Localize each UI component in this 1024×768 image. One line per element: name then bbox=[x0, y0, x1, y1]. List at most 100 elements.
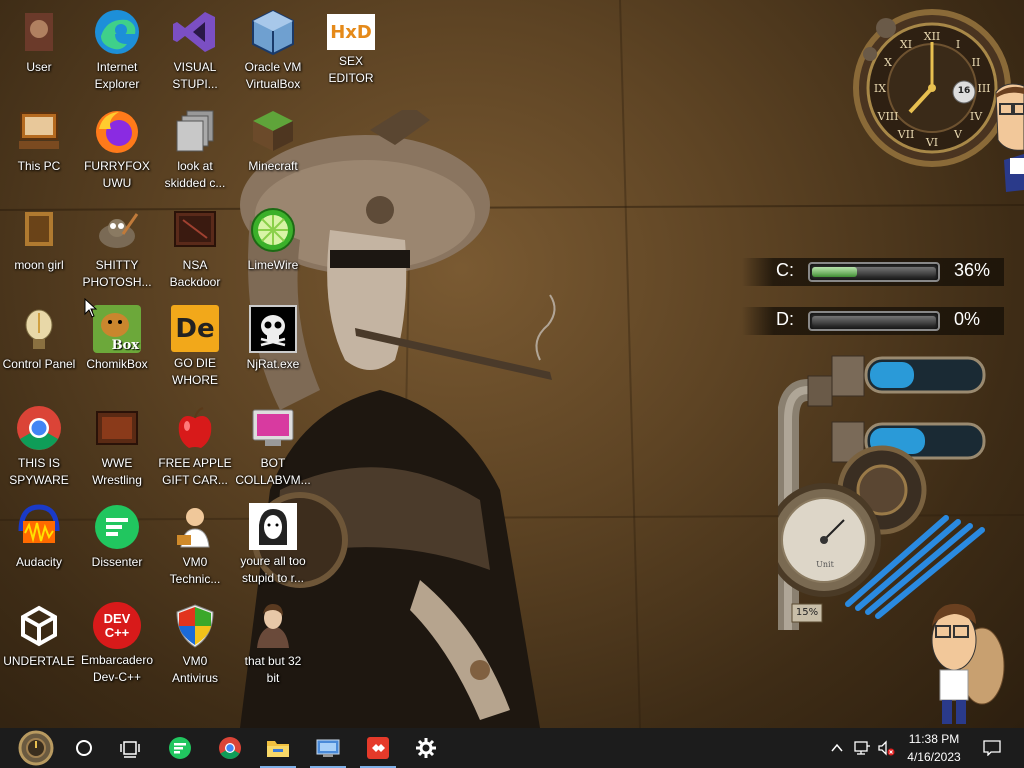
desktop-icon-internet-explorer[interactable]: Internet Explorer bbox=[78, 0, 156, 92]
desktop-icon-vm0-antivirus[interactable]: VM0 Antivirus bbox=[156, 594, 234, 686]
svg-text:IX: IX bbox=[874, 82, 886, 95]
svg-text:X: X bbox=[884, 56, 892, 69]
task-view-button[interactable] bbox=[108, 728, 152, 768]
portrait-sketch-icon bbox=[249, 503, 297, 551]
desktop-icon-this-pc[interactable]: This PC bbox=[0, 99, 78, 191]
desktop-icon-firefox[interactable]: FURRYFOX UWU bbox=[78, 99, 156, 191]
desktop-icon-audacity[interactable]: Audacity bbox=[0, 495, 78, 587]
desktop-icon-label: BOT COLLABVM... bbox=[235, 456, 311, 487]
wwe-icon bbox=[93, 404, 141, 452]
desktop-icon-label: youre all too stupid to r... bbox=[240, 554, 306, 586]
taskbar-dissenter[interactable] bbox=[158, 728, 202, 768]
chomikbox-glyph-text: Box bbox=[111, 338, 139, 353]
notification-icon bbox=[983, 740, 1001, 756]
clock-date-number: 16 bbox=[957, 86, 971, 96]
hank-hill-cartoon-top bbox=[995, 83, 1024, 192]
taskbar-chrome[interactable] bbox=[208, 728, 252, 768]
desktop-icon-label: ChomikBox bbox=[86, 357, 148, 371]
hank-hill-cartoon-bottom bbox=[931, 603, 1005, 724]
desktop-icon-virtualbox[interactable]: Oracle VM VirtualBox bbox=[234, 0, 312, 92]
svg-text:V: V bbox=[953, 128, 963, 141]
desktop-icon-label: THIS IS SPYWARE bbox=[9, 456, 69, 487]
desktop-icon-this-is-spyware[interactable]: THIS IS SPYWARE bbox=[0, 396, 78, 488]
gauge-percent: 15% bbox=[795, 607, 819, 618]
desktop-icon-label: Dissenter bbox=[91, 555, 143, 569]
desktop-icon-visual-studio[interactable]: VISUAL STUPI... bbox=[156, 0, 234, 92]
drive-usage-track bbox=[808, 262, 940, 282]
desktop-icon-devcpp[interactable]: DEV C++ Embarcadero Dev-C++ bbox=[78, 594, 156, 686]
desktop-icon-njrat[interactable]: NjRat.exe bbox=[234, 297, 312, 389]
desktop-icon-that-but-32-bit[interactable]: that but 32 bit bbox=[234, 594, 312, 686]
desktop-icon-free-apple-gift-card[interactable]: FREE APPLE GIFT CAR... bbox=[156, 396, 234, 488]
desktop-icon-label: NSA Backdoor bbox=[169, 258, 221, 289]
svg-text:VI: VI bbox=[925, 136, 938, 149]
tray-overflow-button[interactable] bbox=[826, 728, 848, 768]
desktop-icon-control-panel[interactable]: Control Panel bbox=[0, 297, 78, 389]
drive-meter-d: D: 0% bbox=[742, 307, 1004, 335]
desktop-icon-label: Audacity bbox=[15, 555, 63, 569]
svg-text:II: II bbox=[972, 56, 981, 69]
desktop-icon-label: GO DIE WHORE bbox=[172, 356, 218, 388]
godie-icon: De bbox=[171, 305, 219, 353]
taskbar-settings[interactable] bbox=[404, 728, 448, 768]
desktop-icon-bot-collabvm[interactable]: BOT COLLABVM... bbox=[234, 396, 312, 488]
desktop-icon-label: UNDERTALE bbox=[3, 654, 75, 668]
audacity-icon bbox=[15, 503, 63, 551]
tray-time-text: 11:38 PM bbox=[908, 732, 960, 746]
start-button[interactable] bbox=[12, 728, 60, 768]
svg-text:XI: XI bbox=[900, 38, 912, 51]
tray-date-text: 4/16/2023 bbox=[907, 750, 961, 764]
tray-volume-button[interactable] bbox=[874, 728, 898, 768]
desktop-icon-label: NjRat.exe bbox=[246, 357, 300, 371]
desktop-icon-user[interactable]: User bbox=[0, 0, 78, 92]
drive-label: C: bbox=[776, 260, 794, 280]
desktop-icon-go-die[interactable]: De GO DIE WHORE bbox=[156, 297, 234, 389]
tray-clock[interactable]: 11:38 PM 4/16/2023 bbox=[898, 730, 970, 766]
desktop-icon-label: FREE APPLE GIFT CAR... bbox=[158, 456, 232, 487]
drive-meter-c: C: 36% bbox=[742, 258, 1004, 286]
desktop-icon-label: SEX EDITOR bbox=[328, 54, 374, 85]
desktop-icon-label: Internet Explorer bbox=[94, 60, 140, 91]
desktop-icon-gimp[interactable]: SHITTY PHOTOSH... bbox=[78, 198, 156, 290]
desktop-icon-hxd[interactable]: HxD SEX EDITOR bbox=[312, 0, 390, 92]
control-panel-icon bbox=[15, 305, 63, 353]
cortana-circle-icon bbox=[76, 740, 92, 756]
desktop-icon-look-at-skidded[interactable]: look at skidded c... bbox=[156, 99, 234, 191]
taskbar-anydesk[interactable] bbox=[356, 728, 400, 768]
desktop-icon-label: Embarcadero Dev-C++ bbox=[80, 653, 154, 685]
taskbar-file-explorer[interactable] bbox=[256, 728, 300, 768]
technician-icon bbox=[171, 503, 219, 551]
tray-network-button[interactable] bbox=[850, 728, 874, 768]
desktop-icon-wwe-wrestling[interactable]: WWE Wrestling bbox=[78, 396, 156, 488]
action-center-button[interactable] bbox=[978, 728, 1006, 768]
desktop-icon-limewire[interactable]: LimeWire bbox=[234, 198, 312, 290]
godie-glyph-text: De bbox=[175, 313, 215, 344]
cortana-button[interactable] bbox=[62, 728, 106, 768]
desktop-icon-label: FURRYFOX UWU bbox=[84, 159, 150, 190]
chomikbox-icon: Box bbox=[93, 305, 141, 353]
desktop-icon-dissenter[interactable]: Dissenter bbox=[78, 495, 156, 587]
settings-gear-icon bbox=[416, 738, 436, 758]
desktop-icon-undertale[interactable]: UNDERTALE bbox=[0, 594, 78, 686]
desktop-icon-minecraft[interactable]: Minecraft bbox=[234, 99, 312, 191]
desktop-icon-label: VM0 Technic... bbox=[169, 555, 221, 586]
desktop-icon-nsa-backdoor[interactable]: NSA Backdoor bbox=[156, 198, 234, 290]
minecraft-icon bbox=[249, 107, 297, 155]
desktop-icon-label: Oracle VM VirtualBox bbox=[244, 60, 302, 91]
hxd-glyph-text: HxD bbox=[330, 21, 372, 43]
taskbar-control-panel[interactable] bbox=[306, 728, 350, 768]
copy-pages-icon bbox=[171, 107, 219, 155]
desktop-icon-youre-all-too-stupid[interactable]: youre all too stupid to r... bbox=[234, 495, 312, 587]
desktop-icon-label: This PC bbox=[17, 159, 61, 173]
desktop-icon-label: Control Panel bbox=[2, 357, 76, 371]
desktop-icon-moon-girl[interactable]: moon girl bbox=[0, 198, 78, 290]
drive-label: D: bbox=[776, 309, 794, 329]
desktop-icon-label: look at skidded c... bbox=[164, 159, 226, 190]
drive-usage-glass bbox=[812, 316, 936, 326]
file-explorer-icon bbox=[267, 741, 289, 757]
drive-percent: 0% bbox=[954, 309, 981, 329]
computer-icon bbox=[15, 107, 63, 155]
desktop-icon-label: moon girl bbox=[14, 258, 64, 272]
limewire-icon bbox=[249, 206, 297, 254]
desktop-icon-vm0-technician[interactable]: VM0 Technic... bbox=[156, 495, 234, 587]
